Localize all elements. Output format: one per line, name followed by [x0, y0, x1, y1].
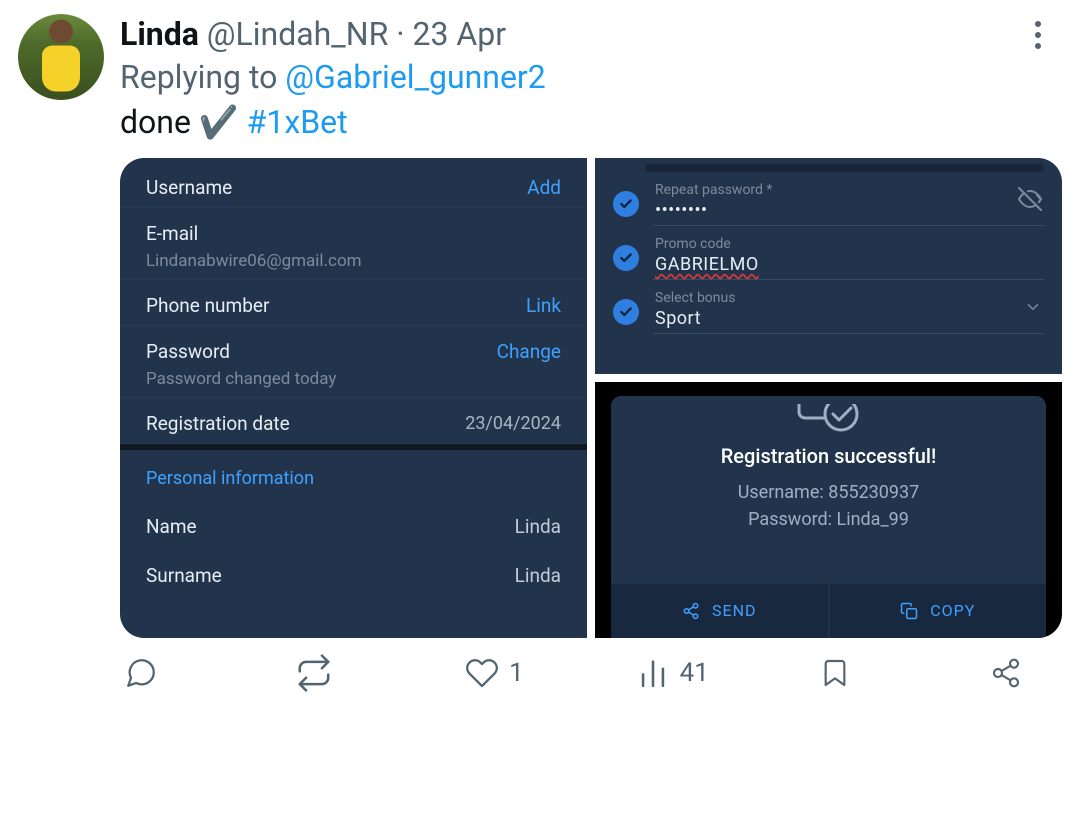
name-value: Linda: [515, 515, 561, 538]
views-icon: [636, 656, 670, 690]
row-name[interactable]: Name Linda: [120, 499, 587, 548]
bonus-field[interactable]: Select bonus Sport: [653, 290, 1044, 334]
view-count: 41: [680, 658, 709, 688]
reply-mention[interactable]: @Gabriel_gunner2: [285, 58, 545, 96]
personal-info-title: Personal information: [120, 450, 587, 499]
row-phone[interactable]: Phone number Link: [120, 280, 587, 326]
success-username: Username: 855230937: [611, 482, 1046, 503]
media-account-settings[interactable]: Username Add E-mail Lindanabwire06@gmail…: [120, 158, 587, 638]
media-signup-form[interactable]: Repeat password * ••••••••: [595, 158, 1062, 374]
reply-icon: [124, 656, 158, 690]
replying-prefix: Replying to: [120, 58, 285, 96]
promo-field[interactable]: Promo code GABRIELMO: [653, 236, 1044, 280]
regdate-label: Registration date: [146, 412, 290, 435]
check-icon: [613, 299, 639, 325]
success-card: Registration successful! Username: 85523…: [611, 396, 1046, 638]
promo-label: Promo code: [655, 236, 759, 252]
reply-button[interactable]: [124, 656, 184, 690]
success-username-label: Username:: [738, 482, 824, 503]
repeat-password-label: Repeat password *: [655, 182, 772, 198]
promo-value: GABRIELMO: [655, 254, 759, 275]
copy-icon: [900, 602, 918, 620]
surname-value: Linda: [515, 564, 561, 587]
hashtag[interactable]: #1xBet: [247, 103, 348, 141]
avatar-illustration: [42, 20, 80, 92]
form-top-bar: [645, 164, 1044, 172]
email-value: Lindanabwire06@gmail.com: [146, 251, 561, 271]
repeat-password-value: ••••••••: [655, 200, 772, 221]
check-icon: [613, 245, 639, 271]
copy-label: COPY: [930, 601, 975, 620]
row-surname[interactable]: Surname Linda: [120, 548, 587, 587]
like-button[interactable]: 1: [465, 656, 525, 690]
views-button[interactable]: 41: [636, 656, 709, 690]
check-emoji: ✔️: [199, 103, 239, 141]
retweet-button[interactable]: [295, 654, 355, 692]
username-add-action[interactable]: Add: [527, 176, 561, 199]
surname-label: Surname: [146, 564, 222, 587]
share-button[interactable]: [990, 657, 1050, 689]
copy-button[interactable]: COPY: [828, 584, 1047, 638]
bookmark-icon: [819, 657, 851, 689]
password-sub: Password changed today: [146, 369, 561, 389]
media-registration-success[interactable]: Registration successful! Username: 85523…: [595, 382, 1062, 638]
row-regdate: Registration date 23/04/2024: [120, 398, 587, 444]
eye-off-icon[interactable]: [1018, 187, 1042, 215]
heart-icon: [465, 656, 499, 690]
bonus-label: Select bonus: [655, 290, 735, 306]
success-title: Registration successful!: [611, 444, 1046, 468]
tweet-header: Linda @Lindah_NR · 23 Apr: [120, 14, 1058, 56]
like-count: 1: [509, 658, 524, 688]
dot-separator: ·: [396, 15, 404, 53]
success-password-label: Password:: [748, 509, 832, 530]
row-username[interactable]: Username Add: [120, 162, 587, 208]
success-password-value: Linda_99: [837, 509, 909, 530]
email-label: E-mail: [146, 222, 198, 245]
row-repeat-password: Repeat password * ••••••••: [613, 178, 1044, 232]
tweet-author-line[interactable]: Linda @Lindah_NR · 23 Apr: [120, 14, 506, 56]
success-icon: [611, 404, 1046, 442]
send-label: SEND: [712, 601, 757, 620]
reply-context: Replying to @Gabriel_gunner2: [120, 56, 1058, 99]
avatar[interactable]: [18, 14, 104, 100]
signup-form-card: Repeat password * ••••••••: [595, 158, 1062, 374]
chevron-down-icon: [1024, 298, 1042, 320]
tweet-text-plain: done: [120, 103, 199, 141]
name-label: Name: [146, 515, 197, 538]
success-username-value: 855230937: [828, 482, 919, 503]
tweet: Linda @Lindah_NR · 23 Apr Replying to @G…: [0, 0, 1076, 692]
password-label: Password: [146, 340, 230, 363]
row-promo: Promo code GABRIELMO: [613, 232, 1044, 286]
more-button[interactable]: [1018, 15, 1058, 55]
phone-label: Phone number: [146, 294, 269, 317]
regdate-value: 23/04/2024: [465, 413, 561, 434]
bonus-value: Sport: [655, 308, 735, 329]
repeat-password-field[interactable]: Repeat password * ••••••••: [653, 182, 1044, 226]
row-bonus: Select bonus Sport: [613, 286, 1044, 340]
password-change-action[interactable]: Change: [497, 340, 561, 363]
tweet-body: Linda @Lindah_NR · 23 Apr Replying to @G…: [120, 14, 1058, 692]
send-button[interactable]: SEND: [611, 584, 828, 638]
account-settings-card: Username Add E-mail Lindanabwire06@gmail…: [120, 158, 587, 638]
media-grid: Username Add E-mail Lindanabwire06@gmail…: [120, 158, 1062, 638]
handle: @Lindah_NR: [207, 15, 388, 53]
share-icon: [682, 602, 700, 620]
display-name: Linda: [120, 15, 199, 53]
row-password[interactable]: Password Change Password changed today: [120, 326, 587, 398]
retweet-icon: [295, 654, 333, 692]
share-icon: [990, 657, 1022, 689]
success-password: Password: Linda_99: [611, 509, 1046, 530]
phone-link-action[interactable]: Link: [526, 294, 561, 317]
row-email[interactable]: E-mail Lindanabwire06@gmail.com: [120, 208, 587, 280]
more-icon: [1034, 20, 1042, 50]
bookmark-button[interactable]: [819, 657, 879, 689]
tweet-date: 23 Apr: [413, 15, 507, 53]
success-buttons: SEND COPY: [611, 584, 1046, 638]
tweet-text: done ✔️ #1xBet: [120, 101, 1058, 144]
check-icon: [613, 191, 639, 217]
username-label: Username: [146, 176, 232, 199]
tweet-action-bar: 1 41: [120, 638, 1062, 692]
